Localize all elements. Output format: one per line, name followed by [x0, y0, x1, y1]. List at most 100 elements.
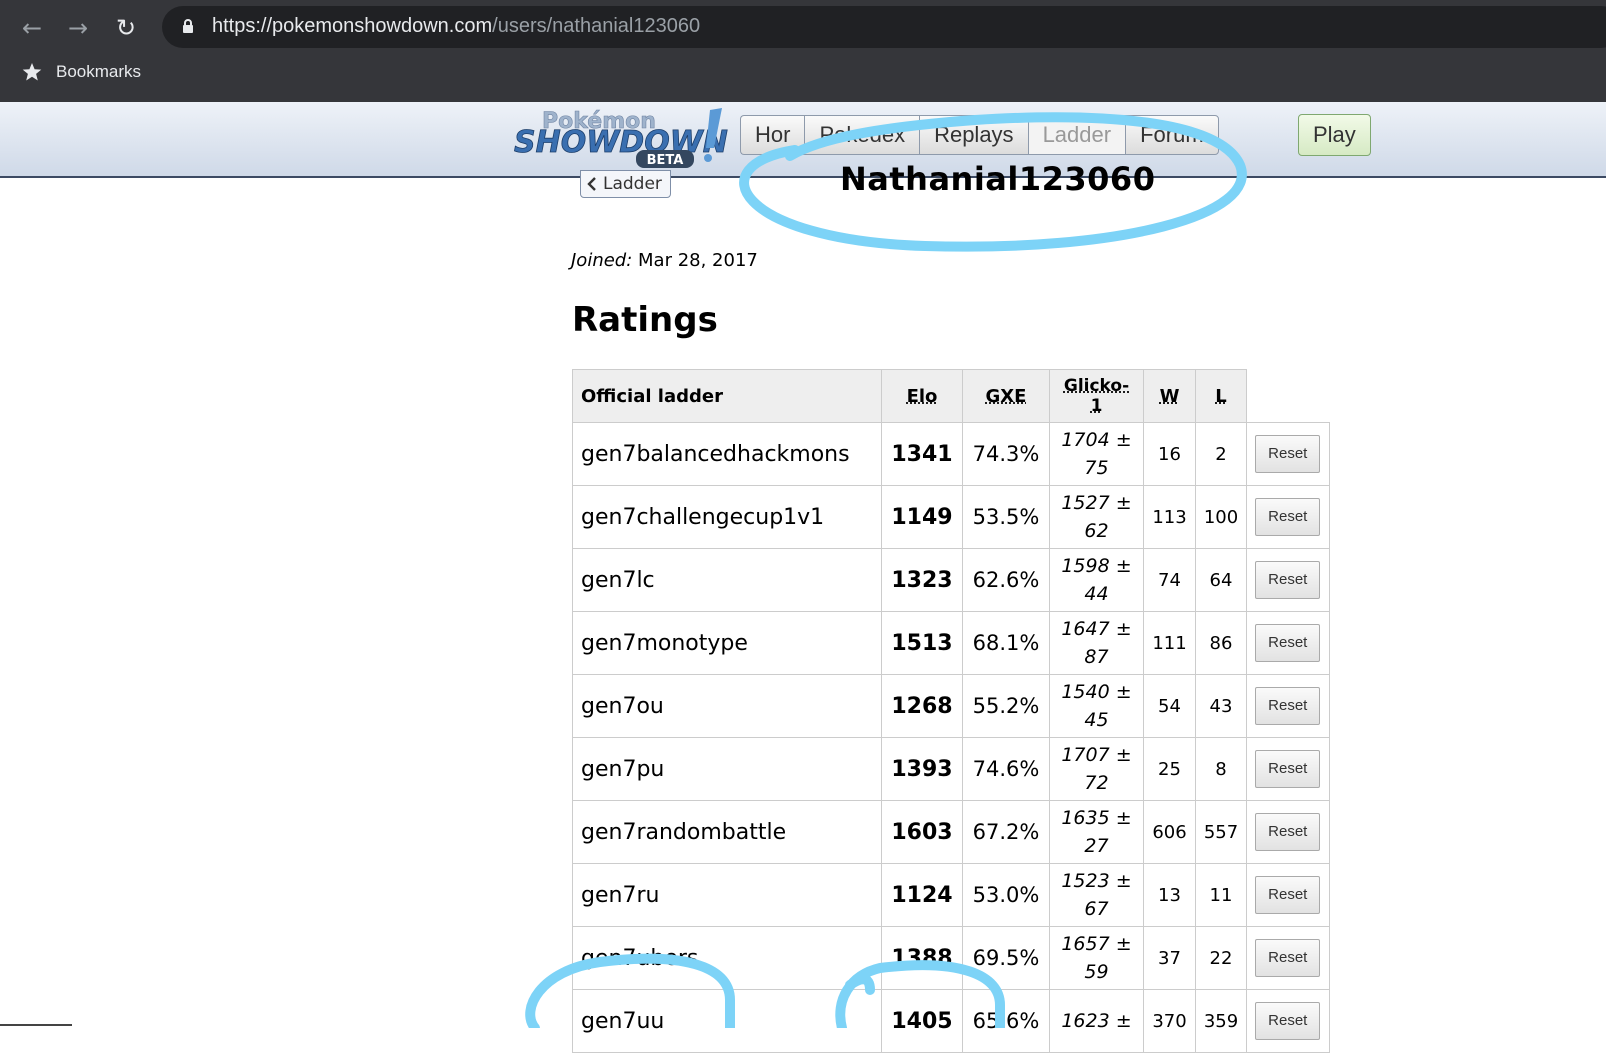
wins-cell: 16: [1143, 422, 1196, 486]
reset-button[interactable]: Reset: [1255, 687, 1321, 725]
glicko-cell: 1527 ±62: [1049, 485, 1144, 549]
joined-date: Joined: Mar 28, 2017: [571, 250, 758, 271]
glicko-cell: 1707 ±72: [1049, 737, 1144, 801]
ratings-table: Official ladder Elo GXE Glicko- 1 W L gen…: [572, 369, 1330, 1053]
elo-cell: 1513: [881, 611, 963, 675]
losses-cell: 22: [1195, 926, 1247, 990]
reset-button[interactable]: Reset: [1255, 561, 1321, 599]
reset-cell: Reset: [1246, 989, 1330, 1053]
header-elo: Elo: [881, 369, 963, 423]
gxe-cell: 53.0%: [962, 863, 1050, 927]
gxe-cell: 74.6%: [962, 737, 1050, 801]
elo-cell: 1393: [881, 737, 963, 801]
elo-cell: 1323: [881, 548, 963, 612]
play-button[interactable]: Play: [1298, 114, 1371, 156]
wins-cell: 54: [1143, 674, 1196, 738]
url-host: https://pokemonshowdown.com: [212, 15, 493, 37]
reset-button[interactable]: Reset: [1255, 750, 1321, 788]
pokemon-showdown-logo[interactable]: Pokémon SHOWDOWN BETA: [512, 104, 732, 170]
glicko-cell: 1635 ±27: [1049, 800, 1144, 864]
tab-replays[interactable]: Replays: [919, 115, 1028, 155]
table-row: gen7lc 1323 62.6% 1598 ±44 74 64 Reset: [572, 548, 1330, 612]
format-cell: gen7challengecup1v1: [572, 485, 882, 549]
glicko-cell: 1523 ±67: [1049, 863, 1144, 927]
table-row: gen7uu 1405 65.6% 1623 ± 370 359 Reset: [572, 989, 1330, 1053]
format-cell: gen7ru: [572, 863, 882, 927]
glicko-cell: 1540 ±45: [1049, 674, 1144, 738]
losses-cell: 86: [1195, 611, 1247, 675]
gxe-cell: 69.5%: [962, 926, 1050, 990]
reset-button[interactable]: Reset: [1255, 1002, 1321, 1040]
bookmarks-label: Bookmarks: [56, 62, 142, 81]
format-cell: gen7balancedhackmons: [572, 422, 882, 486]
reload-icon[interactable]: ↻: [108, 10, 144, 46]
back-to-ladder-button[interactable]: Ladder: [580, 170, 671, 198]
format-cell: gen7lc: [572, 548, 882, 612]
glicko-cell: 1657 ±59: [1049, 926, 1144, 990]
wins-cell: 25: [1143, 737, 1196, 801]
reset-cell: Reset: [1246, 548, 1330, 612]
glicko-cell: 1598 ±44: [1049, 548, 1144, 612]
reset-cell: Reset: [1246, 863, 1330, 927]
tab-home[interactable]: Hor: [740, 115, 805, 155]
elo-cell: 1149: [881, 485, 963, 549]
tab-forum[interactable]: Forum: [1125, 115, 1219, 155]
table-row: gen7ru 1124 53.0% 1523 ±67 13 11 Reset: [572, 863, 1330, 927]
table-row: gen7monotype 1513 68.1% 1647 ±87 111 86 …: [572, 611, 1330, 675]
header-official-ladder: Official ladder: [572, 369, 882, 423]
wins-cell: 13: [1143, 863, 1196, 927]
elo-cell: 1268: [881, 674, 963, 738]
losses-cell: 43: [1195, 674, 1247, 738]
reset-button[interactable]: Reset: [1255, 813, 1321, 851]
reset-button[interactable]: Reset: [1255, 624, 1321, 662]
address-bar[interactable]: https://pokemonshowdown.com/users/nathan…: [162, 6, 1606, 48]
tab-pokedex[interactable]: Pokedex: [804, 115, 920, 155]
reset-button[interactable]: Reset: [1255, 498, 1321, 536]
losses-cell: 2: [1195, 422, 1247, 486]
joined-value: Mar 28, 2017: [638, 250, 758, 271]
reset-button[interactable]: Reset: [1255, 435, 1321, 473]
back-arrow-icon[interactable]: ←: [14, 10, 50, 46]
header-glicko: Glicko- 1: [1049, 369, 1144, 423]
lock-icon: [183, 19, 193, 33]
chevron-left-icon: [587, 177, 596, 191]
gxe-cell: 55.2%: [962, 674, 1050, 738]
glicko-cell: 1704 ±75: [1049, 422, 1144, 486]
table-row: gen7balancedhackmons 1341 74.3% 1704 ±75…: [572, 422, 1330, 486]
elo-cell: 1124: [881, 863, 963, 927]
wins-cell: 606: [1143, 800, 1196, 864]
format-cell: gen7uu: [572, 989, 882, 1053]
header-gxe: GXE: [962, 369, 1050, 423]
bookmarks-bar-item[interactable]: Bookmarks: [22, 62, 141, 82]
table-row: gen7challengecup1v1 1149 53.5% 1527 ±62 …: [572, 485, 1330, 549]
elo-cell: 1603: [881, 800, 963, 864]
losses-cell: 11: [1195, 863, 1247, 927]
gxe-cell: 62.6%: [962, 548, 1050, 612]
tab-ladder[interactable]: Ladder: [1027, 115, 1126, 155]
reset-cell: Reset: [1246, 485, 1330, 549]
glicko-cell: 1647 ±87: [1049, 611, 1144, 675]
wins-cell: 113: [1143, 485, 1196, 549]
gxe-cell: 65.6%: [962, 989, 1050, 1053]
browser-chrome: ← → ↻ https://pokemonshowdown.com/users/…: [0, 0, 1606, 102]
header-wins: W: [1143, 369, 1196, 423]
elo-cell: 1405: [881, 989, 963, 1053]
header-losses: L: [1195, 369, 1247, 423]
reset-cell: Reset: [1246, 737, 1330, 801]
format-cell: gen7monotype: [572, 611, 882, 675]
site-header: Pokémon SHOWDOWN BETA Hor Pokedex Replay…: [0, 102, 1606, 178]
header-empty: [1246, 369, 1329, 423]
gxe-cell: 67.2%: [962, 800, 1050, 864]
reset-cell: Reset: [1246, 674, 1330, 738]
main-nav: Hor Pokedex Replays Ladder Forum: [740, 115, 1219, 155]
gxe-cell: 74.3%: [962, 422, 1050, 486]
glicko-cell: 1623 ±: [1049, 989, 1144, 1053]
losses-cell: 557: [1195, 800, 1247, 864]
reset-cell: Reset: [1246, 926, 1330, 990]
reset-button[interactable]: Reset: [1255, 876, 1321, 914]
forward-arrow-icon[interactable]: →: [60, 10, 96, 46]
reset-button[interactable]: Reset: [1255, 939, 1321, 977]
wins-cell: 74: [1143, 548, 1196, 612]
elo-cell: 1341: [881, 422, 963, 486]
wins-cell: 370: [1143, 989, 1196, 1053]
